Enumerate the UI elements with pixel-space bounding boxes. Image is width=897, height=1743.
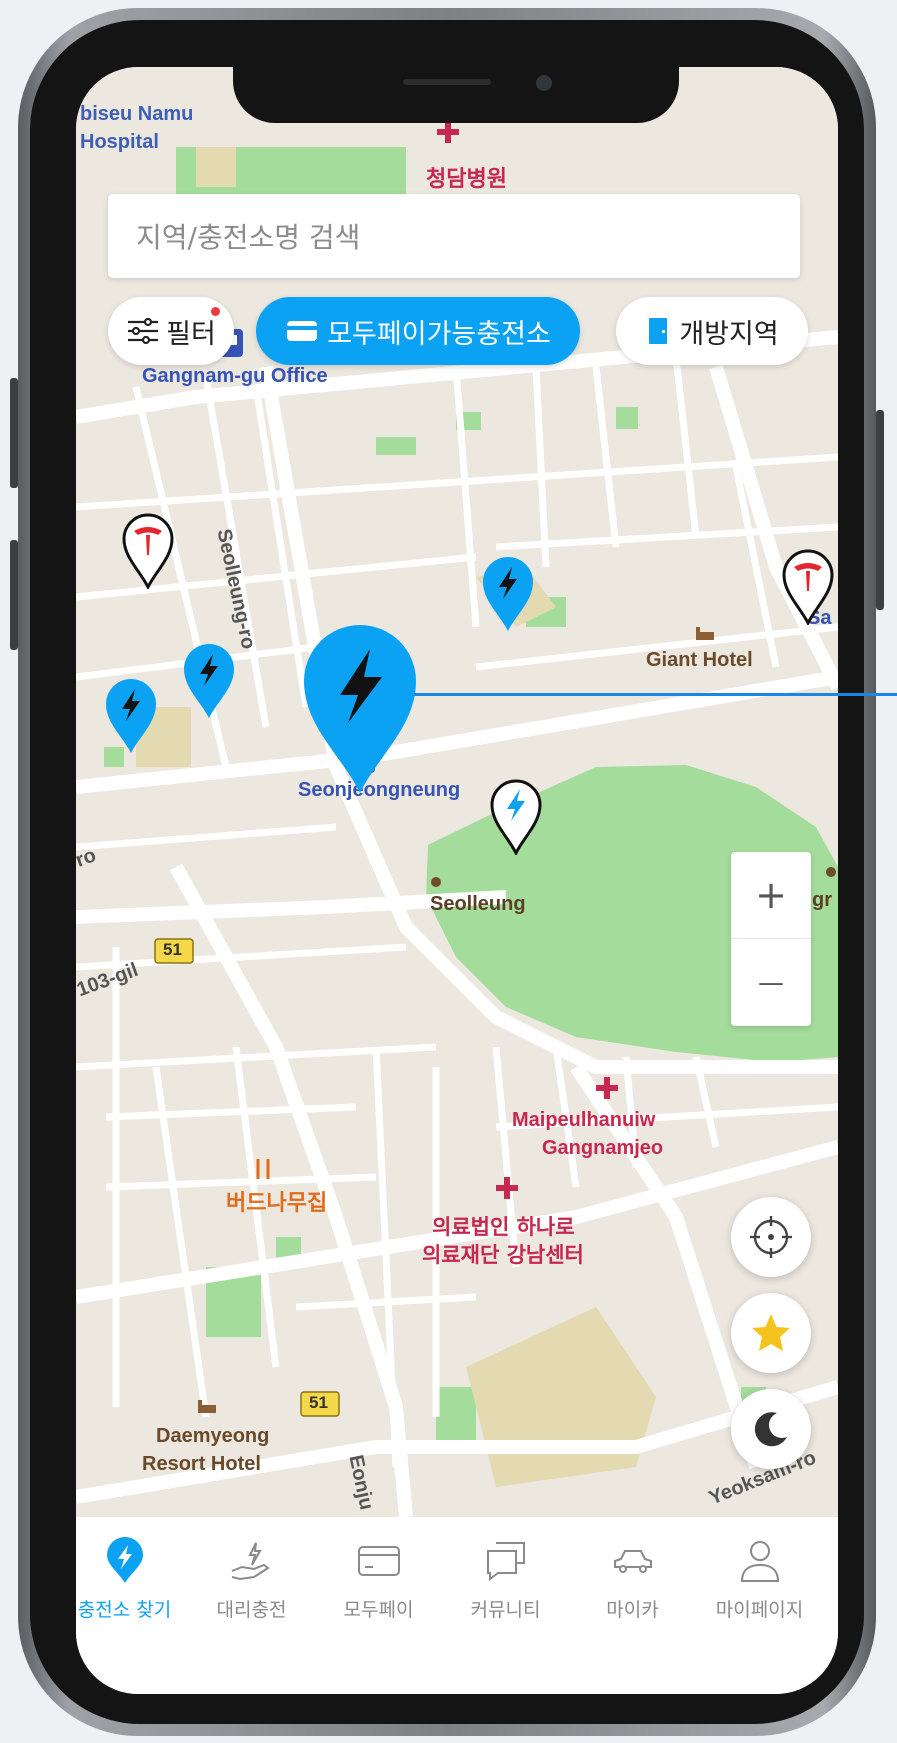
- volume-button: [10, 378, 18, 488]
- moon-icon: [754, 1412, 787, 1447]
- tab-label: 마이페이지: [715, 1599, 804, 1621]
- filter-button[interactable]: 필터: [108, 297, 234, 365]
- map-label-hospital: Hospital: [80, 131, 159, 153]
- zoom-in-button[interactable]: +: [731, 852, 811, 939]
- modupay-filter-label: 모두페이가능충전소: [327, 318, 551, 350]
- map-label-daemyeong: Daemyeong: [156, 1425, 270, 1447]
- open-area-button[interactable]: 개방지역: [616, 297, 808, 365]
- tab-modupay[interactable]: 모두페이: [315, 1537, 442, 1637]
- star-icon: [752, 1314, 790, 1351]
- map-label-seolleung: Seolleung: [430, 893, 526, 915]
- tab-my-page[interactable]: 마이페이지: [696, 1537, 823, 1637]
- poi-dot: [826, 867, 836, 877]
- current-location-button[interactable]: [731, 1197, 811, 1277]
- sliders-icon: [128, 317, 159, 345]
- power-button: [876, 410, 884, 610]
- person-icon: [740, 1541, 779, 1582]
- zoom-controls: + —: [731, 852, 811, 1026]
- tesla-charger-marker[interactable]: [782, 549, 834, 625]
- map-label-hana: 의료법인 하나로: [432, 1215, 575, 1239]
- crosshair-icon: [750, 1216, 792, 1258]
- tab-find-station[interactable]: 충전소 찾기: [76, 1537, 188, 1637]
- car-icon: [613, 1550, 652, 1573]
- tab-label: 커뮤니티: [470, 1599, 541, 1621]
- notification-dot: [211, 307, 220, 316]
- tab-label: 대리충전: [216, 1599, 287, 1621]
- route-number: 51: [309, 1393, 328, 1412]
- tab-my-car[interactable]: 마이카: [569, 1537, 696, 1637]
- charger-marker[interactable]: [104, 677, 158, 755]
- map-label-hospital: biseu Namu: [80, 103, 194, 125]
- volume-button: [10, 540, 18, 650]
- tesla-charger-marker[interactable]: [122, 513, 174, 589]
- app-screen: biseu Namu Hospital 청담병원 Gangnam-gu Offi…: [76, 67, 838, 1694]
- phone-notch: [233, 67, 679, 123]
- front-camera: [536, 75, 552, 91]
- card-icon: [287, 321, 318, 341]
- charger-marker[interactable]: [481, 555, 535, 633]
- search-bar[interactable]: [108, 194, 800, 280]
- favorites-button[interactable]: [731, 1293, 811, 1373]
- map-label-partial: gr: [812, 889, 832, 911]
- map-label-clinic: Maipeulhanuiw: [512, 1109, 656, 1131]
- tab-label: 충전소 찾기: [77, 1599, 172, 1621]
- charger-marker-outline[interactable]: [490, 779, 542, 855]
- dark-mode-button[interactable]: [731, 1389, 811, 1469]
- filter-label: 필터: [166, 318, 216, 350]
- hand-charge-icon: [231, 1542, 270, 1581]
- tab-community[interactable]: 커뮤니티: [442, 1537, 569, 1637]
- map-label-hospital-kr: 청담병원: [426, 167, 507, 192]
- map-label-clinic: Gangnamjeo: [542, 1137, 664, 1159]
- charging-pin-icon: [106, 1537, 143, 1583]
- tab-label: 마이카: [606, 1599, 659, 1621]
- chat-icon: [486, 1542, 525, 1581]
- tab-proxy-charge[interactable]: 대리충전: [188, 1537, 315, 1637]
- map-label-gangnam-office: Gangnam-gu Office: [142, 365, 328, 387]
- map-label-giant-hotel: Giant Hotel: [646, 649, 753, 671]
- map-label-hana: 의료재단 강남센터: [422, 1243, 584, 1267]
- open-area-label: 개방지역: [679, 318, 779, 350]
- tab-label: 모두페이: [343, 1599, 414, 1621]
- charger-marker[interactable]: [182, 642, 236, 720]
- card-icon: [357, 1546, 400, 1576]
- map-label-restaurant: 버드나무집: [226, 1191, 328, 1216]
- speaker-grille: [403, 79, 491, 85]
- route-number: 51: [163, 940, 182, 959]
- callout-line: [414, 693, 897, 696]
- modupay-filter-button[interactable]: 모두페이가능충전소: [256, 297, 580, 365]
- poi-dot: [431, 877, 441, 887]
- search-input[interactable]: [134, 194, 778, 280]
- selected-charger-marker[interactable]: [300, 621, 420, 796]
- door-icon: [649, 318, 668, 344]
- bottom-tab-bar: 충전소 찾기 대리충전 모두페이 커뮤니티 마이카 마이페이지: [76, 1517, 838, 1694]
- map-label-daemyeong: Resort Hotel: [142, 1453, 261, 1475]
- zoom-out-button[interactable]: —: [731, 940, 811, 1026]
